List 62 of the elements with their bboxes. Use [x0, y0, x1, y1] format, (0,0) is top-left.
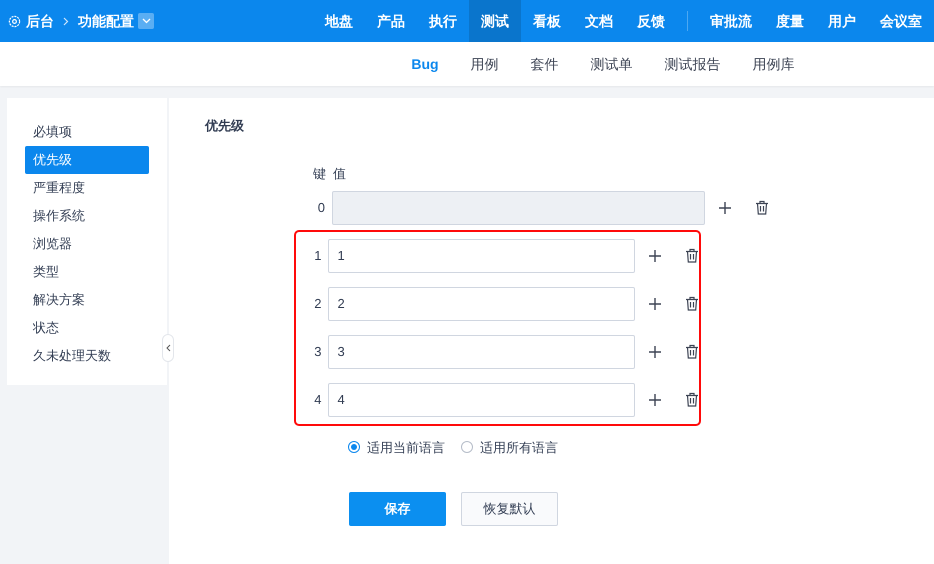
sub-nav-tab[interactable]: 用例库 — [752, 54, 795, 74]
nav-tab[interactable]: 反馈 — [625, 0, 677, 42]
chevron-left-icon — [166, 344, 170, 352]
add-icon[interactable] — [649, 394, 661, 406]
nav-tab[interactable]: 执行 — [417, 0, 469, 42]
nav-tab[interactable]: 产品 — [365, 0, 417, 42]
sidebar-item[interactable]: 浏览器 — [25, 230, 149, 258]
sidebar-item[interactable]: 状态 — [25, 314, 149, 342]
row-key: 3 — [306, 342, 328, 362]
reset-button[interactable]: 恢复默认 — [461, 492, 558, 526]
sub-nav-tab[interactable]: 套件 — [530, 54, 559, 74]
nav-tab[interactable]: 审批流 — [698, 0, 764, 42]
nav-tab[interactable]: 会议室 — [868, 0, 934, 42]
delete-icon[interactable] — [685, 248, 699, 263]
add-icon[interactable] — [719, 202, 731, 214]
value-input[interactable]: 4 — [328, 382, 635, 416]
sidebar-item[interactable]: 解决方案 — [25, 286, 149, 314]
sub-nav-tab[interactable]: 测试报告 — [664, 54, 721, 74]
sub-nav-tab[interactable]: 测试单 — [590, 54, 633, 74]
radio-label: 适用所有语言 — [480, 438, 558, 456]
nav-tab[interactable]: 看板 — [521, 0, 573, 42]
radio-button[interactable] — [461, 441, 473, 454]
nav-tab[interactable]: 用户 — [816, 0, 868, 42]
collapse-button[interactable] — [162, 334, 174, 362]
column-header: 值 — [333, 164, 346, 183]
caret-icon — [142, 18, 150, 24]
row-key: 1 — [306, 246, 328, 266]
radio-button[interactable] — [348, 441, 360, 454]
nav-tab[interactable]: 文档 — [573, 0, 625, 42]
sidebar-item[interactable]: 操作系统 — [25, 202, 149, 230]
value-input[interactable]: 3 — [328, 334, 635, 368]
breadcrumb-link[interactable]: 后台 — [26, 10, 54, 32]
row-key: 2 — [306, 294, 328, 314]
row-key: 0 — [306, 198, 332, 218]
sub-nav-tab[interactable]: 用例 — [470, 54, 499, 74]
nav-tab[interactable]: 地盘 — [313, 0, 365, 42]
row-key: 4 — [306, 390, 328, 410]
nav-tab[interactable]: 测试 — [469, 0, 521, 42]
sidebar-item[interactable]: 优先级 — [25, 146, 149, 174]
add-icon[interactable] — [649, 298, 661, 310]
delete-icon[interactable] — [685, 344, 699, 359]
settings-icon[interactable] — [8, 14, 21, 28]
sidebar-item[interactable]: 严重程度 — [25, 174, 149, 202]
delete-icon[interactable] — [755, 200, 769, 215]
sidebar-item[interactable]: 类型 — [25, 258, 149, 286]
sidebar-item[interactable]: 必填项 — [25, 118, 149, 146]
add-icon[interactable] — [649, 250, 661, 262]
delete-icon[interactable] — [685, 296, 699, 311]
radio-option[interactable]: 适用所有语言 — [461, 438, 558, 457]
add-icon[interactable] — [649, 346, 661, 358]
nav-tab[interactable]: 度量 — [764, 0, 816, 42]
delete-icon[interactable] — [685, 392, 699, 407]
value-input[interactable]: 2 — [328, 286, 635, 320]
section-title: 优先级 — [205, 117, 245, 135]
column-header: 键 — [313, 164, 326, 183]
value-input[interactable]: 1 — [328, 238, 635, 272]
chevron-right-icon — [63, 16, 69, 26]
radio-label: 适用当前语言 — [367, 438, 445, 456]
sub-nav-tab[interactable]: Bug — [411, 54, 439, 74]
breadcrumb-current: 功能配置 — [78, 12, 134, 30]
radio-option[interactable]: 适用当前语言 — [348, 438, 445, 457]
sidebar-item[interactable]: 久未处理天数 — [25, 342, 149, 370]
